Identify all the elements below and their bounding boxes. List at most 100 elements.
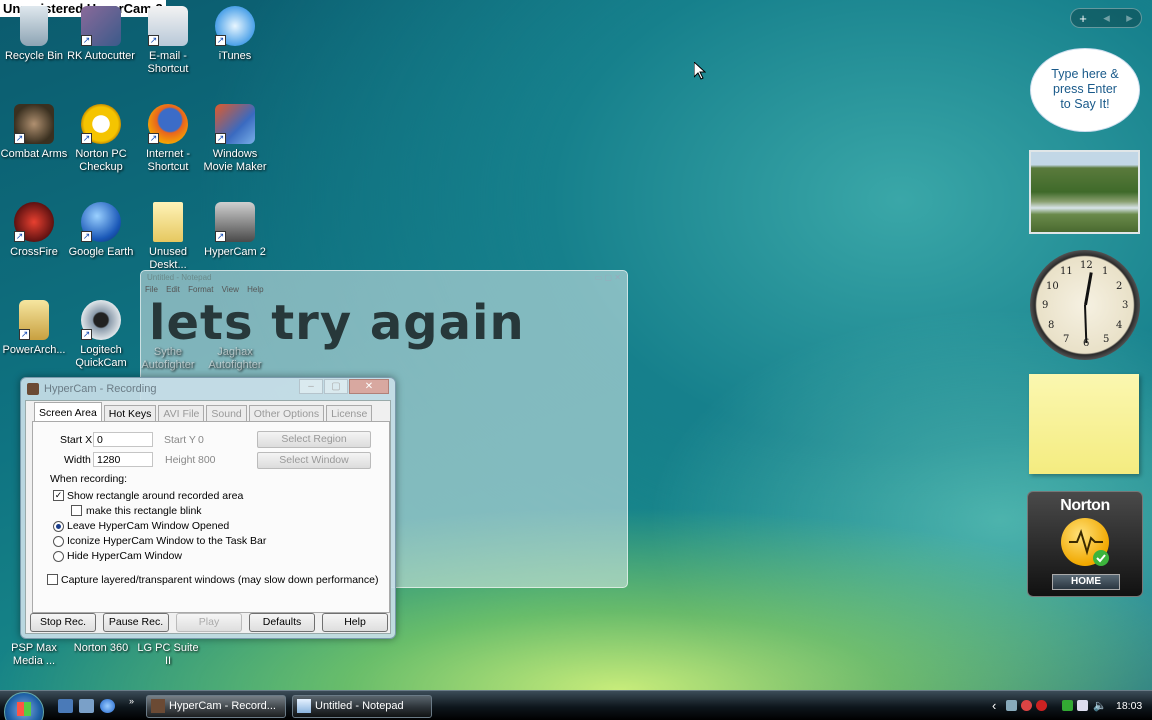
tab-screen-area[interactable]: Screen Area bbox=[34, 402, 102, 421]
start-x-field[interactable]: 0 bbox=[93, 432, 153, 447]
archive-icon: ↗ bbox=[19, 300, 49, 340]
tray-antivirus-icon[interactable] bbox=[1036, 700, 1047, 711]
desktop-icon-norton-360[interactable]: Norton 360 bbox=[67, 642, 135, 655]
hypercam-body: Screen Area Hot Keys AVI File Sound Othe… bbox=[25, 400, 391, 634]
desktop-icon-psp-max-media[interactable]: PSP Max Media ... bbox=[0, 642, 68, 668]
select-window-button[interactable]: Select Window bbox=[257, 452, 371, 469]
leave-opened-radio[interactable] bbox=[53, 521, 64, 532]
tab-other-options[interactable]: Other Options bbox=[248, 405, 325, 421]
rk-autocutter-icon: ↗ bbox=[81, 6, 121, 46]
clock-hour-hand bbox=[1084, 272, 1093, 306]
switch-windows-icon[interactable] bbox=[79, 699, 94, 713]
screen-area-panel: Start X 0 Start Y 0 Select Region Width … bbox=[32, 421, 390, 613]
desktop-icon-hypercam-2[interactable]: ↗ HyperCam 2 bbox=[201, 202, 269, 259]
notepad-text-content[interactable]: lets try again bbox=[149, 295, 525, 351]
desktop-icon-combat-arms[interactable]: ↗ Combat Arms bbox=[0, 104, 68, 161]
start-y-label: Start Y bbox=[164, 434, 196, 446]
help-button[interactable]: Help bbox=[322, 613, 388, 632]
internet-explorer-icon[interactable] bbox=[100, 699, 115, 713]
desktop-icon-norton-pc-checkup[interactable]: ↗ Norton PC Checkup bbox=[67, 104, 135, 174]
maximize-button[interactable]: ▢ bbox=[324, 379, 348, 394]
tab-license[interactable]: License bbox=[326, 405, 373, 421]
desktop-icon-unused-desktop[interactable]: Unused Deskt... bbox=[134, 202, 202, 272]
desktop-icon-jaghax-autofighter[interactable]: Jaghax Autofighter bbox=[201, 346, 269, 372]
select-region-button[interactable]: Select Region bbox=[257, 431, 371, 448]
email-icon: ↗ bbox=[148, 6, 188, 46]
notepad-title: Untitled - Notepad bbox=[147, 273, 212, 282]
sticky-note-gadget[interactable] bbox=[1029, 374, 1139, 474]
desktop-icon-label: HyperCam 2 bbox=[204, 246, 266, 258]
hide-window-label: Hide HyperCam Window bbox=[67, 550, 182, 562]
start-y-field[interactable]: 0 bbox=[194, 432, 250, 447]
iconize-radio[interactable] bbox=[53, 536, 64, 547]
desktop-icon-windows-movie-maker[interactable]: ↗ Windows Movie Maker bbox=[201, 104, 269, 174]
desktop-icon-email-shortcut[interactable]: ↗ E-mail - Shortcut bbox=[134, 6, 202, 76]
desktop-icon-label: PSP Max Media ... bbox=[11, 642, 57, 667]
desktop-icon-label: LG PC Suite II bbox=[137, 642, 199, 667]
tray-clock[interactable]: 18:03 bbox=[1116, 700, 1142, 712]
when-recording-label: When recording: bbox=[50, 473, 128, 485]
slideshow-gadget[interactable] bbox=[1029, 150, 1140, 234]
minimize-button[interactable]: – bbox=[299, 379, 323, 394]
next-gadget-button[interactable]: ▸ bbox=[1126, 10, 1133, 26]
previous-gadget-button[interactable]: ◂ bbox=[1103, 10, 1110, 26]
desktop-icon-label: Jaghax Autofighter bbox=[208, 346, 262, 371]
taskbar-button-hypercam[interactable]: HyperCam - Record... bbox=[146, 695, 286, 718]
desktop-icon-internet-shortcut[interactable]: ↗ Internet - Shortcut bbox=[134, 104, 202, 174]
tab-avi-file[interactable]: AVI File bbox=[158, 405, 205, 421]
stop-rec-button[interactable]: Stop Rec. bbox=[30, 613, 96, 632]
desktop-icon-label: RK Autocutter bbox=[67, 50, 135, 62]
windows-logo-icon bbox=[17, 702, 31, 716]
desktop-icon-label: Internet - Shortcut bbox=[145, 148, 191, 173]
sidebar-toolbar: + ◂ ▸ bbox=[1070, 8, 1142, 28]
desktop-icon-recycle-bin[interactable]: Recycle Bin bbox=[0, 6, 68, 63]
tray-security-icon[interactable] bbox=[1021, 700, 1032, 711]
norton-home-button[interactable]: HOME bbox=[1052, 574, 1120, 590]
start-x-label: Start X bbox=[60, 434, 93, 446]
pause-rec-button[interactable]: Pause Rec. bbox=[103, 613, 169, 632]
show-rectangle-checkbox[interactable]: ✓ bbox=[53, 490, 64, 501]
tray-volume-icon[interactable]: 🔈 bbox=[1093, 699, 1107, 712]
tray-connection-icon[interactable] bbox=[1077, 700, 1088, 711]
desktop-icon-itunes[interactable]: ↗ iTunes bbox=[201, 6, 269, 63]
desktop-icon-google-earth[interactable]: ↗ Google Earth bbox=[67, 202, 135, 259]
hide-window-radio[interactable] bbox=[53, 551, 64, 562]
width-field[interactable]: 1280 bbox=[93, 452, 153, 467]
play-button[interactable]: Play bbox=[176, 613, 242, 632]
tab-hot-keys[interactable]: Hot Keys bbox=[103, 405, 157, 421]
desktop-icon-label: Sythe Autofighter bbox=[141, 346, 195, 371]
tray-expand-icon[interactable]: ‹ bbox=[992, 698, 996, 713]
iconize-label: Iconize HyperCam Window to the Task Bar bbox=[67, 535, 267, 547]
add-gadget-button[interactable]: + bbox=[1079, 11, 1087, 26]
desktop-icon-rk-autocutter[interactable]: ↗ RK Autocutter bbox=[67, 6, 135, 63]
itunes-icon: ↗ bbox=[215, 6, 255, 46]
blink-rectangle-checkbox[interactable] bbox=[71, 505, 82, 516]
desktop-icon-crossfire[interactable]: ↗ CrossFire bbox=[0, 202, 68, 259]
desktop-icon-sythe-autofighter[interactable]: Sythe Autofighter bbox=[134, 346, 202, 372]
tab-sound[interactable]: Sound bbox=[206, 405, 247, 421]
hypercam-window[interactable]: HyperCam - Recording – ▢ ✕ Screen Area H… bbox=[20, 377, 396, 639]
height-field[interactable]: 800 bbox=[194, 452, 250, 467]
defaults-button[interactable]: Defaults bbox=[249, 613, 315, 632]
show-desktop-icon[interactable] bbox=[58, 699, 73, 713]
norton-gadget[interactable]: Norton HOME bbox=[1027, 491, 1143, 597]
close-button[interactable]: ✕ bbox=[349, 379, 389, 394]
mouse-cursor-icon bbox=[694, 62, 706, 80]
notepad-menu-bar[interactable]: File Edit Format View Help bbox=[145, 285, 264, 294]
quick-launch-overflow-icon[interactable]: » bbox=[129, 696, 134, 706]
desktop-icon-powerarchiver[interactable]: ↗ PowerArch... bbox=[0, 300, 68, 357]
notepad-window-controls[interactable]: ▭ ▢ ✕ bbox=[595, 273, 621, 282]
clock-gadget: 12 3 6 9 1 2 4 5 7 8 10 11 bbox=[1030, 250, 1140, 360]
taskbar-button-notepad[interactable]: Untitled - Notepad bbox=[292, 695, 432, 718]
capture-layered-checkbox[interactable] bbox=[47, 574, 58, 585]
tray-network-icon[interactable] bbox=[1006, 700, 1017, 711]
desktop-icon-label: Windows Movie Maker bbox=[203, 148, 267, 173]
say-it-gadget[interactable]: Type here & press Enter to Say It! bbox=[1030, 48, 1140, 132]
desktop-icon-logitech-quickcam[interactable]: ↗ Logitech QuickCam bbox=[67, 300, 135, 370]
notepad-taskbar-icon bbox=[297, 699, 311, 713]
globe-icon: ↗ bbox=[81, 202, 121, 242]
norton-status-icon bbox=[1061, 518, 1109, 566]
show-rectangle-label: Show rectangle around recorded area bbox=[67, 490, 244, 502]
desktop-icon-lg-pc-suite[interactable]: LG PC Suite II bbox=[134, 642, 202, 668]
tray-update-icon[interactable] bbox=[1062, 700, 1073, 711]
